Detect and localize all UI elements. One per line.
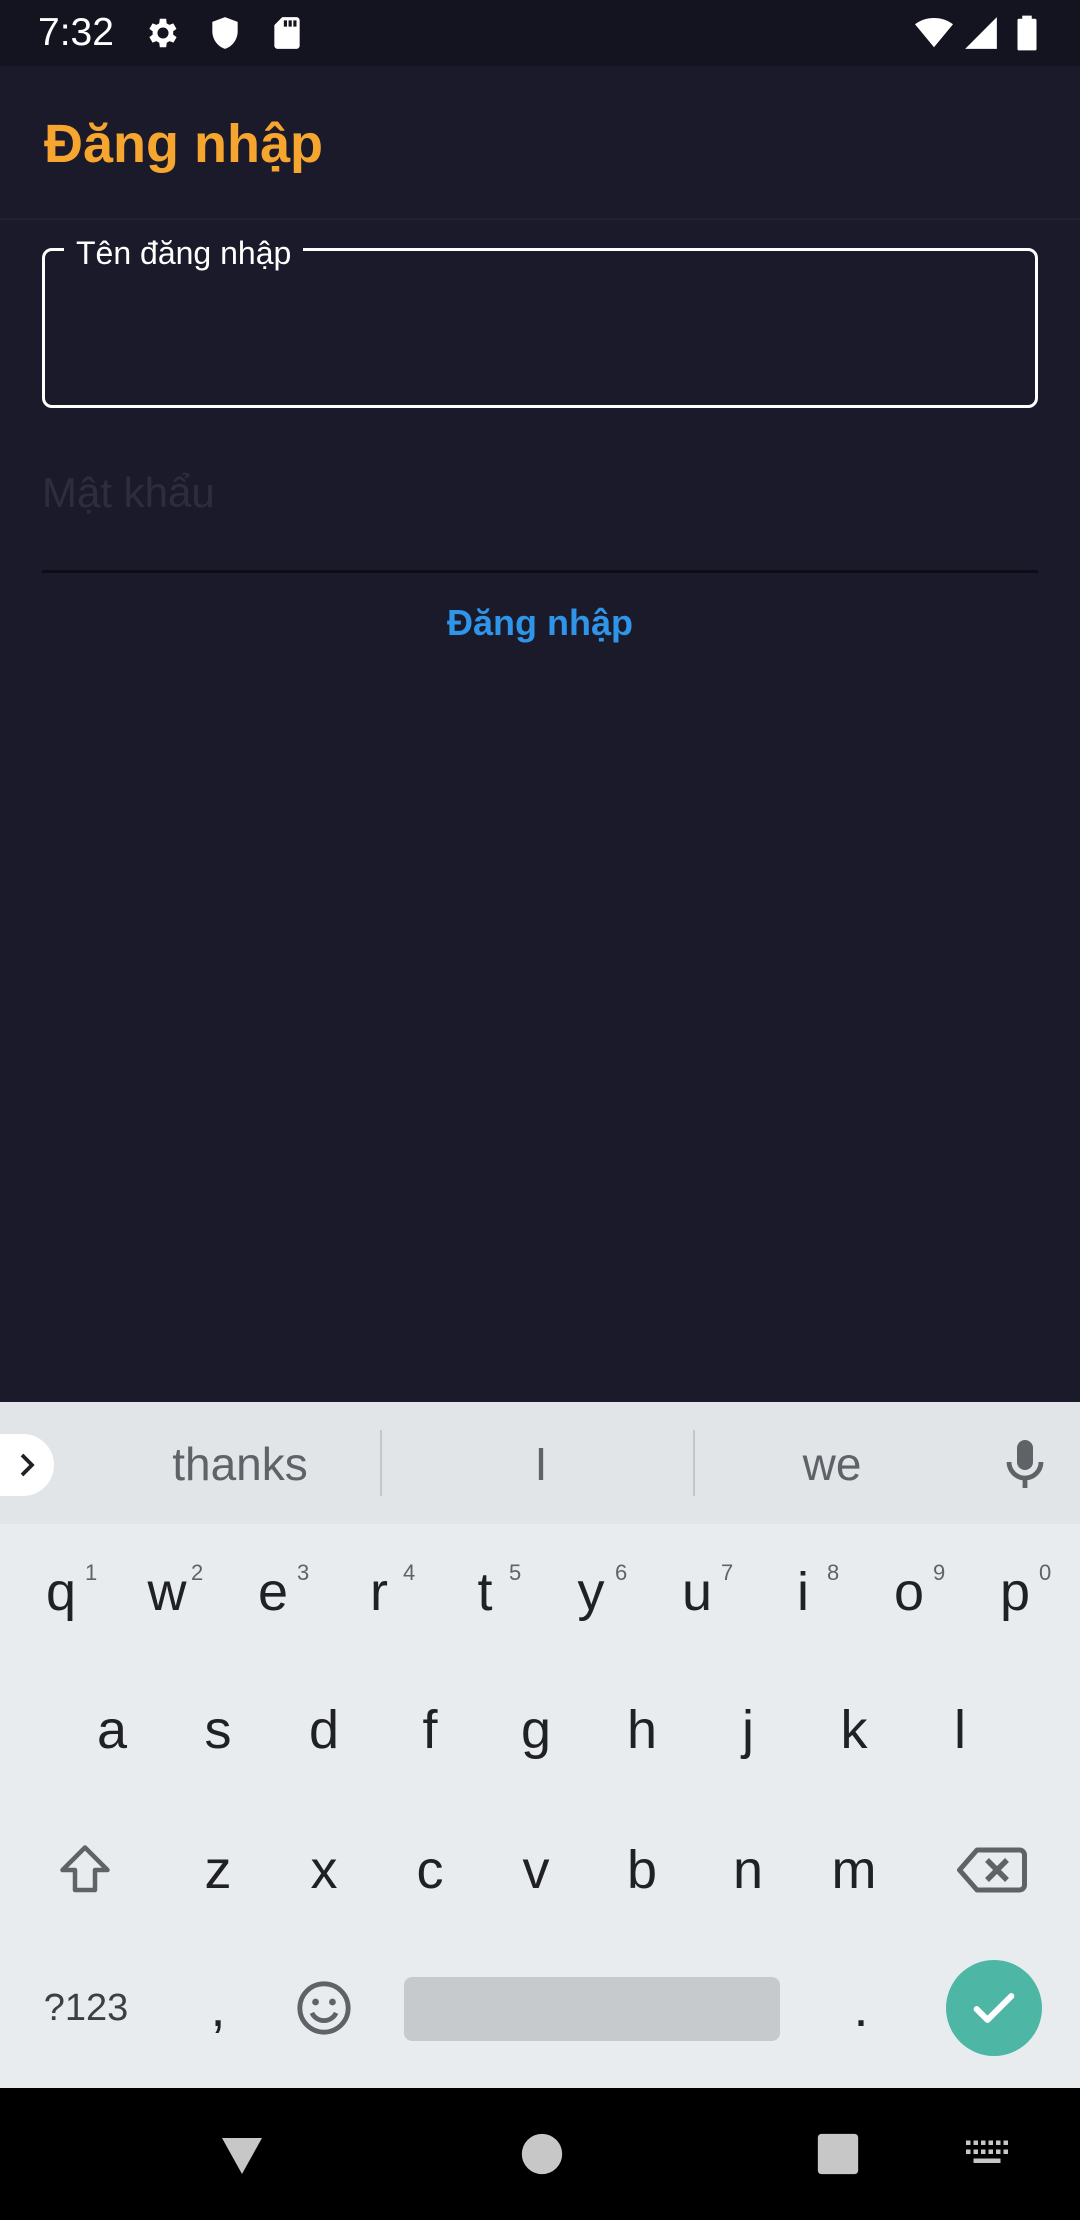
key-u[interactable]: u7 [644, 1532, 750, 1652]
key-w[interactable]: w2 [114, 1532, 220, 1652]
status-time: 7:32 [38, 11, 114, 54]
expand-toolbar-button[interactable] [0, 1434, 54, 1496]
microphone-icon[interactable] [1000, 1436, 1050, 1492]
key-g[interactable]: g [483, 1670, 589, 1790]
shift-icon [60, 1845, 110, 1893]
key-label: y [577, 1562, 605, 1622]
key-n[interactable]: n [695, 1810, 801, 1930]
key-label: p [999, 1562, 1031, 1622]
key-v[interactable]: v [483, 1810, 589, 1930]
suggestion-divider [693, 1430, 695, 1496]
key-i[interactable]: i8 [750, 1532, 856, 1652]
key-label: w [147, 1562, 187, 1622]
key-s[interactable]: s [165, 1670, 271, 1790]
key-j[interactable]: j [695, 1670, 801, 1790]
key-hint: 9 [933, 1560, 946, 1585]
key-r[interactable]: r4 [326, 1532, 432, 1652]
key-a[interactable]: a [59, 1670, 165, 1790]
gear-icon [144, 14, 182, 52]
key-hint: 0 [1039, 1560, 1052, 1585]
backspace-icon [957, 1847, 1027, 1893]
key-x[interactable]: x [271, 1810, 377, 1930]
key-q[interactable]: q1 [8, 1532, 114, 1652]
key-label: o [893, 1562, 925, 1622]
key-e[interactable]: e3 [220, 1532, 326, 1652]
enter-key[interactable] [946, 1960, 1042, 2056]
suggestion-3[interactable]: we [700, 1432, 964, 1496]
suggestion-2[interactable]: I [390, 1432, 692, 1496]
key-label: q [45, 1562, 77, 1622]
key-label: t [477, 1562, 493, 1622]
key-hint: 3 [297, 1560, 310, 1585]
key-o[interactable]: o9 [856, 1532, 962, 1652]
login-button[interactable]: Đăng nhập [390, 590, 690, 656]
key-label: e [257, 1562, 289, 1622]
key-hint: 1 [85, 1560, 98, 1585]
keyboard-switch-icon[interactable] [952, 2132, 1022, 2176]
checkmark-icon [973, 1993, 1015, 2023]
battery-icon [1012, 14, 1042, 52]
suggestion-1[interactable]: thanks [90, 1432, 390, 1496]
key-k[interactable]: k [801, 1670, 907, 1790]
key-t[interactable]: t5 [432, 1532, 538, 1652]
sd-card-icon [268, 14, 306, 52]
keyboard: thanks I we q1 w2 e3 r4 t5 y6 u7 i8 o9 p… [0, 1402, 1080, 2088]
chevron-right-icon [20, 1453, 35, 1477]
key-label: i [797, 1562, 809, 1622]
wifi-icon [912, 14, 956, 52]
space-key[interactable] [404, 1977, 780, 2041]
key-y[interactable]: y6 [538, 1532, 644, 1652]
password-input[interactable] [42, 458, 1038, 528]
back-icon[interactable] [200, 2118, 284, 2190]
key-z[interactable]: z [165, 1810, 271, 1930]
navigation-bar [0, 2088, 1080, 2220]
page-title: Đăng nhập [44, 114, 323, 174]
key-hint: 4 [403, 1560, 416, 1585]
key-p[interactable]: p0 [962, 1532, 1068, 1652]
key-f[interactable]: f [377, 1670, 483, 1790]
period-key[interactable]: . [808, 1948, 914, 2068]
password-underline [42, 570, 1038, 573]
key-d[interactable]: d [271, 1670, 377, 1790]
comma-key[interactable]: , [165, 1948, 271, 2068]
key-l[interactable]: l [907, 1670, 1013, 1790]
shield-icon [206, 14, 244, 52]
key-hint: 2 [191, 1560, 204, 1585]
key-b[interactable]: b [589, 1810, 695, 1930]
recents-icon[interactable] [796, 2118, 880, 2190]
shift-key[interactable] [22, 1810, 148, 1930]
key-m[interactable]: m [801, 1810, 907, 1930]
home-icon[interactable] [500, 2118, 584, 2190]
username-label: Tên đăng nhập [64, 234, 304, 272]
key-c[interactable]: c [377, 1810, 483, 1930]
key-h[interactable]: h [589, 1670, 695, 1790]
suggestion-bar: thanks I we [0, 1402, 1080, 1524]
signal-icon [962, 14, 1000, 52]
status-bar: 7:32 [0, 0, 1080, 66]
key-label: u [681, 1562, 713, 1622]
emoji-key[interactable] [271, 1948, 377, 2068]
key-hint: 8 [827, 1560, 840, 1585]
key-hint: 6 [615, 1560, 628, 1585]
key-hint: 7 [721, 1560, 734, 1585]
suggestion-divider [380, 1430, 382, 1496]
key-hint: 5 [509, 1560, 522, 1585]
username-input[interactable] [72, 300, 1016, 372]
emoji-icon [297, 1981, 351, 2035]
backspace-key[interactable] [932, 1810, 1052, 1930]
symbols-key[interactable]: ?123 [20, 1948, 152, 2068]
key-label: r [370, 1562, 388, 1622]
app-bar: Đăng nhập [0, 66, 1080, 220]
